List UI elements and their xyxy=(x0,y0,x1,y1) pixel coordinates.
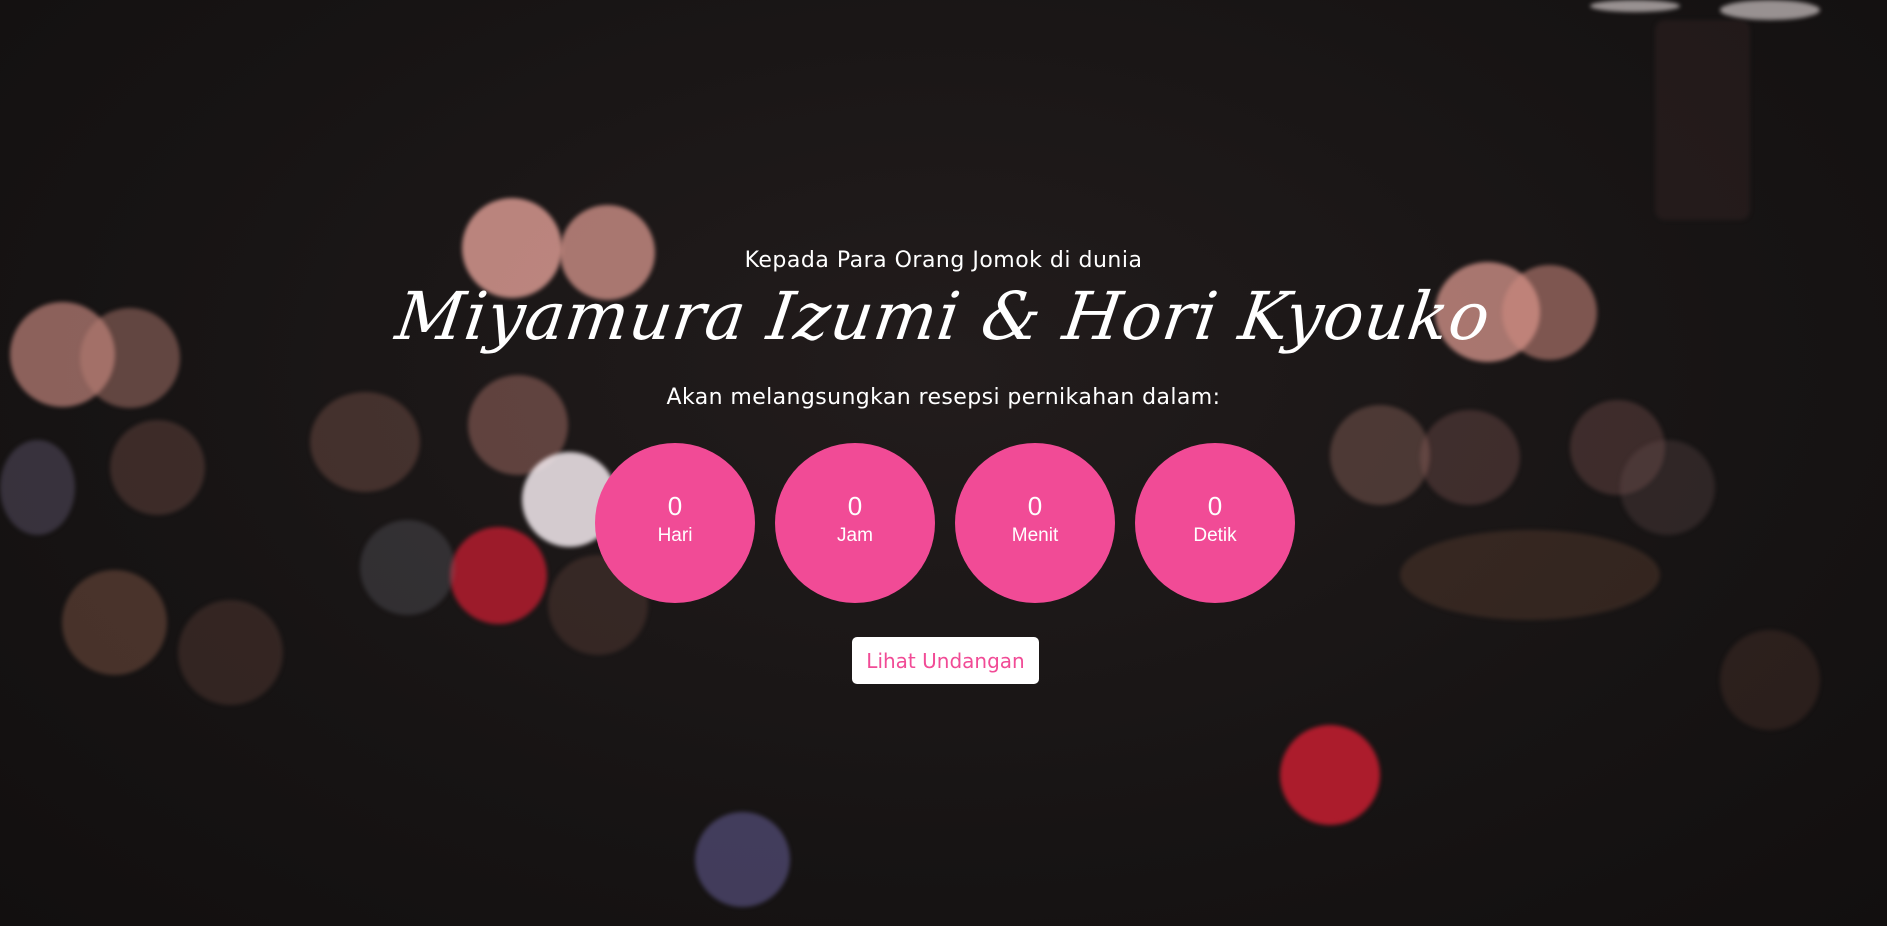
countdown-days-value: 0 xyxy=(667,491,683,521)
bokeh-light xyxy=(1720,0,1820,20)
bokeh-light xyxy=(1400,530,1660,620)
countdown-hours-label: Jam xyxy=(837,525,873,546)
bokeh-light xyxy=(450,527,547,624)
bokeh-light xyxy=(1330,405,1430,505)
bokeh-light xyxy=(695,812,790,907)
countdown-days-label: Hari xyxy=(657,525,693,546)
countdown-minutes-label: Menit xyxy=(1011,525,1059,546)
couple-names: Miyamura Izumi & Hori Kyouko xyxy=(391,278,1496,355)
bokeh-light xyxy=(1590,0,1680,12)
bokeh-light xyxy=(178,600,283,705)
bokeh-light xyxy=(360,520,455,615)
view-invitation-button[interactable]: Lihat Undangan xyxy=(852,637,1039,684)
countdown-minutes: 0 Menit xyxy=(955,443,1115,603)
hero-section: Kepada Para Orang Jomok di dunia Miyamur… xyxy=(0,0,1887,926)
countdown-hours-value: 0 xyxy=(847,491,863,521)
bokeh-light xyxy=(1655,20,1750,220)
bokeh-light xyxy=(0,440,75,535)
countdown-seconds: 0 Detik xyxy=(1135,443,1295,603)
bokeh-light xyxy=(110,420,205,515)
bokeh-light xyxy=(1620,440,1715,535)
countdown-minutes-value: 0 xyxy=(1027,491,1043,521)
countdown-hours: 0 Jam xyxy=(775,443,935,603)
bokeh-light xyxy=(1720,630,1820,730)
countdown-timer: 0 Hari 0 Jam 0 Menit 0 Detik xyxy=(595,443,1295,603)
event-subtitle: Akan melangsungkan resepsi pernikahan da… xyxy=(666,385,1221,410)
countdown-seconds-value: 0 xyxy=(1207,491,1223,521)
bokeh-light xyxy=(1280,725,1380,825)
countdown-days: 0 Hari xyxy=(595,443,755,603)
bokeh-light xyxy=(1420,410,1520,505)
countdown-seconds-label: Detik xyxy=(1193,525,1237,546)
greeting-text: Kepada Para Orang Jomok di dunia xyxy=(744,248,1143,273)
bokeh-light xyxy=(62,570,167,675)
